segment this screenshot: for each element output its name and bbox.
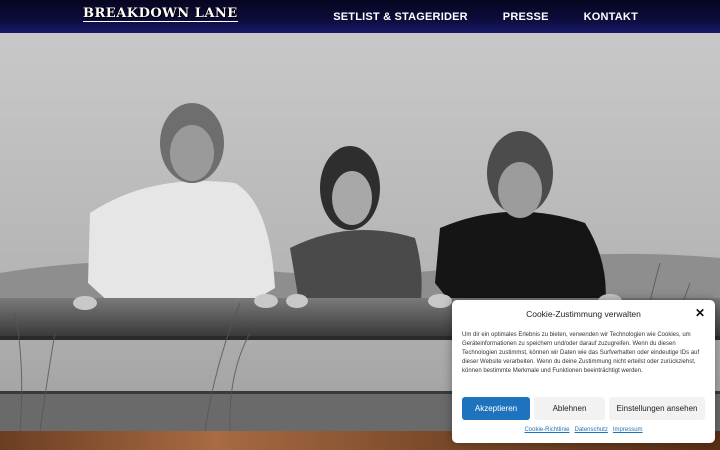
site-logo[interactable]: Breakdown Lane (83, 7, 238, 22)
main-nav: SETLIST & STAGERIDER PRESSE KONTAKT (333, 0, 638, 33)
decline-button[interactable]: Ablehnen (534, 397, 605, 420)
settings-button[interactable]: Einstellungen ansehen (609, 397, 705, 420)
cookie-consent-dialog: Cookie-Zustimmung verwalten ✕ Um dir ein… (452, 300, 715, 443)
nav-item-kontakt[interactable]: KONTAKT (584, 11, 638, 23)
cookie-dialog-title: Cookie-Zustimmung verwalten (526, 309, 641, 319)
cookie-policy-link[interactable]: Cookie-Richtlinie (524, 427, 569, 433)
cookie-description: Um dir ein optimales Erlebnis zu bieten,… (462, 332, 700, 375)
cookie-links: Cookie-Richtlinie Datenschutz Impressum (452, 427, 715, 433)
site-header: Breakdown Lane SETLIST & STAGERIDER PRES… (0, 0, 720, 33)
close-icon[interactable]: ✕ (695, 307, 705, 319)
imprint-link[interactable]: Impressum (613, 427, 643, 433)
nav-item-setlist[interactable]: SETLIST & STAGERIDER (333, 11, 468, 23)
nav-item-presse[interactable]: PRESSE (503, 11, 549, 23)
accept-button[interactable]: Akzeptieren (462, 397, 530, 420)
privacy-link[interactable]: Datenschutz (575, 427, 608, 433)
